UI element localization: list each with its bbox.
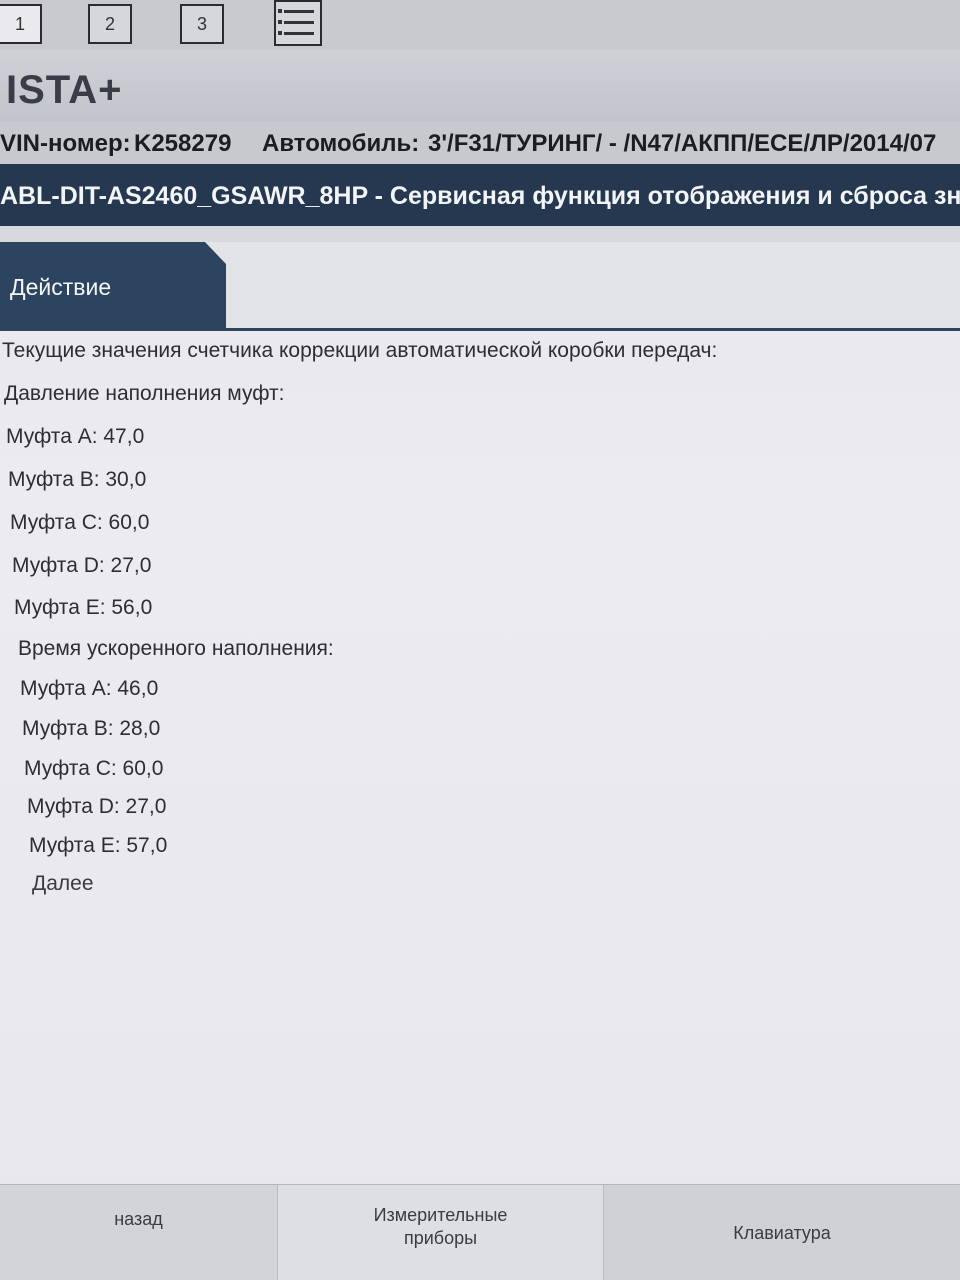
fast-fill-clutch-c: Муфта C: 60,0: [24, 757, 164, 780]
next-link[interactable]: Далее: [32, 872, 94, 896]
fast-fill-clutch-d: Муфта D: 27,0: [27, 795, 167, 818]
fast-fill-clutch-e: Муфта E: 57,0: [29, 834, 168, 857]
list-icon-line: [278, 9, 314, 13]
fast-fill-clutch-b: Муфта B: 28,0: [22, 717, 161, 740]
top-tab-strip: 1 2 3: [0, 0, 960, 51]
vin-value: K258279: [134, 130, 232, 157]
app-header: ISTA+: [0, 50, 960, 122]
fast-fill-clutch-a: Муфта A: 46,0: [20, 677, 159, 700]
list-icon-line: [278, 20, 314, 24]
intro-text: Текущие значения счетчика коррекции авто…: [2, 339, 718, 362]
fast-fill-heading: Время ускоренного наполнения:: [18, 637, 334, 660]
car-label: Автомобиль:: [262, 130, 420, 157]
bottom-button-bar: назад Измерительные приборы Клавиатура: [0, 1184, 960, 1280]
tab-2-button[interactable]: 2: [88, 4, 132, 44]
tab-action[interactable]: Действие: [0, 242, 226, 328]
fill-pressure-heading: Давление наполнения муфт:: [4, 382, 285, 405]
action-tab-area: Действие: [0, 242, 960, 331]
result-content: Текущие значения счетчика коррекции авто…: [0, 331, 960, 1181]
list-icon-line: [278, 31, 314, 35]
tab-action-label: Действие: [10, 274, 112, 300]
service-function-title: ABL-DIT-AS2460_GSAWR_8HP - Сервисная фун…: [0, 182, 960, 210]
back-button[interactable]: назад: [0, 1185, 278, 1280]
fill-pressure-clutch-c: Муфта C: 60,0: [10, 511, 150, 534]
fill-pressure-clutch-e: Муфта E: 56,0: [14, 596, 153, 619]
fill-pressure-clutch-a: Муфта A: 47,0: [6, 425, 145, 448]
tab-1-button[interactable]: 1: [0, 4, 42, 44]
ista-screen: 1 2 3 ISTA+ VIN-номер: K258279 Автомобил…: [0, 0, 960, 1280]
measuring-devices-button[interactable]: Измерительные приборы: [278, 1185, 604, 1280]
vehicle-info-bar: VIN-номер: K258279 Автомобиль: 3'/F31/ТУ…: [0, 122, 960, 164]
tab-3-button[interactable]: 3: [180, 4, 224, 44]
app-title: ISTA+: [6, 68, 123, 112]
back-button-label: назад: [114, 1209, 163, 1229]
vin-label: VIN-номер:: [0, 130, 131, 157]
keyboard-button[interactable]: Клавиатура: [604, 1185, 960, 1280]
car-value: 3'/F31/ТУРИНГ/ - /N47/АКПП/ECE/ЛР/2014/0…: [428, 130, 937, 157]
list-menu-button[interactable]: [274, 0, 322, 46]
measuring-devices-label-line1: Измерительные: [373, 1205, 508, 1225]
measuring-devices-label-line2: приборы: [403, 1228, 478, 1248]
fill-pressure-clutch-b: Муфта B: 30,0: [8, 468, 147, 491]
service-function-title-bar: ABL-DIT-AS2460_GSAWR_8HP - Сервисная фун…: [0, 164, 960, 226]
fill-pressure-clutch-d: Муфта D: 27,0: [12, 554, 152, 577]
header-spacer: [0, 226, 960, 242]
keyboard-button-label: Клавиатура: [733, 1223, 831, 1243]
